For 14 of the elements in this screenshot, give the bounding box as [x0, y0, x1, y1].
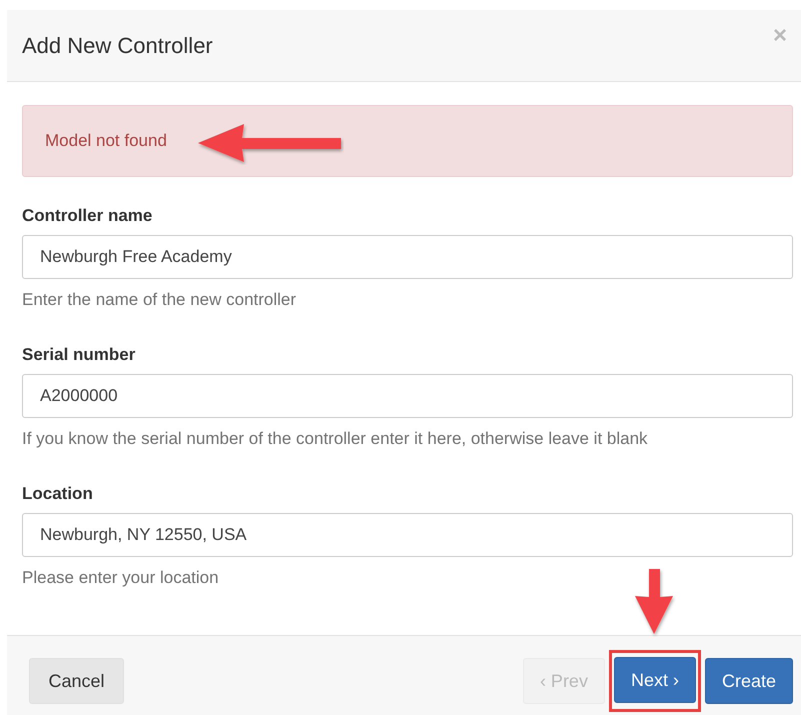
next-button[interactable]: Next › [614, 657, 696, 703]
dialog-title: Add New Controller [22, 32, 213, 58]
input-field[interactable]: Newburgh, NY 12550, USA [22, 513, 793, 557]
field-label: Controller name [22, 206, 154, 226]
alert-message: Model not found [45, 131, 167, 151]
create-button[interactable]: Create [704, 658, 793, 704]
help-text: Please enter your location [22, 568, 220, 588]
cancel-button[interactable]: Cancel [29, 658, 124, 704]
field-label: Location [22, 484, 94, 504]
help-text: If you know the serial number of the controller enter it here, otherwise leave it blank [22, 429, 649, 449]
field-label: Serial number [22, 345, 136, 365]
input-field[interactable]: Newburgh Free Academy [22, 235, 793, 279]
help-text: Enter the name of the new controller [22, 290, 298, 310]
input-field[interactable]: A2000000 [22, 374, 793, 418]
